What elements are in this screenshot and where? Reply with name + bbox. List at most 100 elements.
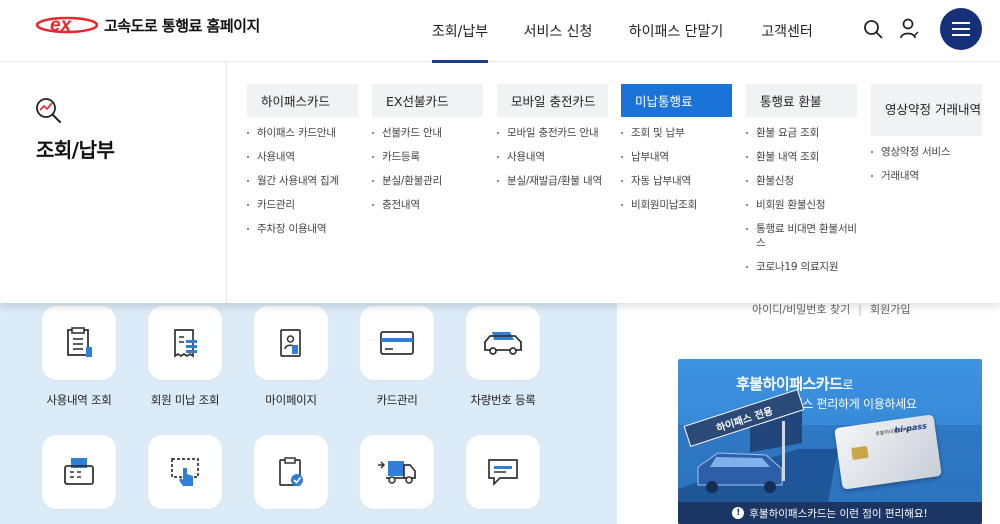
quick-item-9[interactable] <box>344 435 450 521</box>
car-icon <box>484 332 522 355</box>
nav-hipass-device[interactable]: 하이패스 단말기 <box>614 0 738 62</box>
menu-link[interactable]: 환불신청 <box>746 174 857 188</box>
quick-menu-area: 사용내역 조회 회원 미납 조회 마이페이지 카드관리 차량번호 등록 <box>0 303 617 524</box>
quick-vehicle-register[interactable]: 차량번호 등록 <box>450 306 556 408</box>
quick-icon-box <box>42 306 116 380</box>
quick-icon-box <box>254 306 328 380</box>
quick-member-unpaid[interactable]: 회원 미납 조회 <box>132 306 238 408</box>
menu-link[interactable]: 사용내역 <box>497 150 608 164</box>
quick-icon-box <box>360 435 434 509</box>
column-head[interactable]: 모바일 충전카드 <box>497 84 608 117</box>
menu-link[interactable]: 환불 요금 조회 <box>746 126 857 140</box>
menu-link[interactable]: 충전내역 <box>372 198 483 212</box>
site-title: 고속도로 통행료 홈페이지 <box>104 16 260 35</box>
login-button[interactable] <box>894 14 924 44</box>
quick-item-8[interactable] <box>238 435 344 521</box>
find-account-link[interactable]: 아이디/비밀번호 찾기 <box>752 303 850 316</box>
menu-link[interactable]: 선불카드 안내 <box>372 126 483 140</box>
site-header: ex 고속도로 통행료 홈페이지 조회/납부 서비스 신청 하이패스 단말기 고… <box>0 0 1000 63</box>
quick-label: 차량번호 등록 <box>470 393 536 407</box>
menu-link[interactable]: 분실/재발급/환불 내역 <box>497 174 608 188</box>
column-head[interactable]: 영상약정 거래내역 <box>871 84 982 136</box>
all-menu-button[interactable] <box>940 8 982 50</box>
menu-link[interactable]: 통행료 비대면 환불서비스 <box>746 222 857 250</box>
quick-label: 사용내역 조회 <box>46 393 112 407</box>
mega-menu-category: 조회/납부 <box>0 62 227 303</box>
receipt-icon <box>174 329 197 358</box>
menu-link[interactable]: 카드관리 <box>247 198 358 212</box>
search-button[interactable] <box>858 14 888 44</box>
menu-link[interactable]: 영상약정 서비스 <box>871 145 982 159</box>
login-links: 아이디/비밀번호 찾기 | 회원가입 <box>752 303 911 316</box>
menu-link[interactable]: 환불 내역 조회 <box>746 150 857 164</box>
quick-icon-box <box>466 306 540 380</box>
quick-icon-box <box>360 306 434 380</box>
banner-bottom-bar: ! 후불하이패스카드는 이런 점이 편리해요! <box>678 502 982 524</box>
quick-item-10[interactable] <box>450 435 556 521</box>
credit-card-icon <box>380 331 414 355</box>
magnifier-chart-icon <box>36 98 61 123</box>
touch-screen-icon <box>171 458 199 486</box>
menu-link[interactable]: 주차장 이용내역 <box>247 222 358 236</box>
nav-customer-center[interactable]: 고객센터 <box>738 0 836 62</box>
menu-column-toll-refund: 통행료 환불 환불 요금 조회 환불 내역 조회 환불신청 비회원 환불신청 통… <box>746 84 857 284</box>
quick-icon-box <box>148 306 222 380</box>
quick-item-6[interactable] <box>26 435 132 521</box>
document-list-icon <box>67 327 92 357</box>
site-logo[interactable]: ex 고속도로 통행료 홈페이지 <box>36 14 260 36</box>
right-panel: 아이디/비밀번호 찾기 | 회원가입 후불하이패스카드로 하이패스 편리하게 이용하… <box>617 303 1000 524</box>
menu-link[interactable]: 코로나19 의료지원 <box>746 260 857 274</box>
mega-menu-panel: 조회/납부 하이패스카드 하이패스 카드안내 사용내역 월간 사용내역 집계 카… <box>0 62 1000 303</box>
menu-link[interactable]: 분실/환불관리 <box>372 174 483 188</box>
menu-link[interactable]: 사용내역 <box>247 150 358 164</box>
clipboard-check-icon <box>279 457 303 486</box>
nav-service-apply[interactable]: 서비스 신청 <box>502 0 614 62</box>
exclamation-icon: ! <box>732 507 745 519</box>
truck-icon <box>378 461 416 484</box>
quick-icon-box <box>42 435 116 509</box>
menu-link[interactable]: 하이패스 카드안내 <box>247 126 358 140</box>
search-icon <box>864 20 883 39</box>
profile-card-icon <box>280 329 301 357</box>
menu-link[interactable]: 조회 및 납부 <box>621 126 732 140</box>
menu-column-mobile-charge: 모바일 충전카드 모바일 충전카드 안내 사용내역 분실/재발급/환불 내역 <box>497 84 608 198</box>
menu-column-ex-prepaid: EX선불카드 선불카드 안내 카드등록 분실/환불관리 충전내역 <box>372 84 483 222</box>
chat-bubble-icon <box>488 459 518 487</box>
menu-link[interactable]: 납부내역 <box>621 150 732 164</box>
utility-bar <box>852 8 982 50</box>
column-head[interactable]: 하이패스카드 <box>247 84 358 117</box>
menu-link[interactable]: 월간 사용내역 집계 <box>247 174 358 188</box>
menu-link[interactable]: 자동 납부내역 <box>621 174 732 188</box>
quick-icon-box <box>254 435 328 509</box>
menu-link[interactable]: 거래내역 <box>871 169 982 183</box>
quick-label: 마이페이지 <box>265 393 317 407</box>
quick-icon-box <box>466 435 540 509</box>
menu-column-hipass-card: 하이패스카드 하이패스 카드안내 사용내역 월간 사용내역 집계 카드관리 주차… <box>247 84 358 246</box>
menu-link[interactable]: 비회원미납조회 <box>621 198 732 212</box>
mega-menu-title: 조회/납부 <box>36 138 115 162</box>
fax-machine-icon <box>64 458 94 485</box>
menu-link[interactable]: 모바일 충전카드 안내 <box>497 126 608 140</box>
ex-logo-icon: ex <box>36 15 98 36</box>
quick-label: 카드관리 <box>376 393 418 407</box>
user-icon <box>900 18 919 39</box>
join-link[interactable]: 회원가입 <box>870 303 910 316</box>
hamburger-menu-icon <box>952 22 970 36</box>
column-head[interactable]: EX선불카드 <box>372 84 483 117</box>
quick-label: 회원 미납 조회 <box>150 393 220 407</box>
svg-text:ex: ex <box>50 15 73 36</box>
menu-column-unpaid-toll: 미납통행료 조회 및 납부 납부내역 자동 납부내역 비회원미납조회 <box>621 84 732 222</box>
quick-icon-box <box>148 435 222 509</box>
quick-card-management[interactable]: 카드관리 <box>344 306 450 408</box>
quick-mypage[interactable]: 마이페이지 <box>238 306 344 408</box>
column-head-active[interactable]: 미납통행료 <box>621 84 732 117</box>
column-head[interactable]: 통행료 환불 <box>746 84 857 117</box>
menu-link[interactable]: 비회원 환불신청 <box>746 198 857 212</box>
nav-inquiry-payment[interactable]: 조회/납부 <box>418 0 502 63</box>
menu-link[interactable]: 카드등록 <box>372 150 483 164</box>
menu-column-video-agreement: 영상약정 거래내역 영상약정 서비스 거래내역 <box>871 84 982 193</box>
main-nav: 조회/납부 서비스 신청 하이패스 단말기 고객센터 <box>418 0 836 63</box>
hipass-card-banner[interactable]: 후불하이패스카드로 하이패스 편리하게 이용하세요 하이패스 전용 후불하이패스… <box>678 359 982 524</box>
quick-usage-history[interactable]: 사용내역 조회 <box>26 306 132 408</box>
quick-item-7[interactable] <box>132 435 238 521</box>
